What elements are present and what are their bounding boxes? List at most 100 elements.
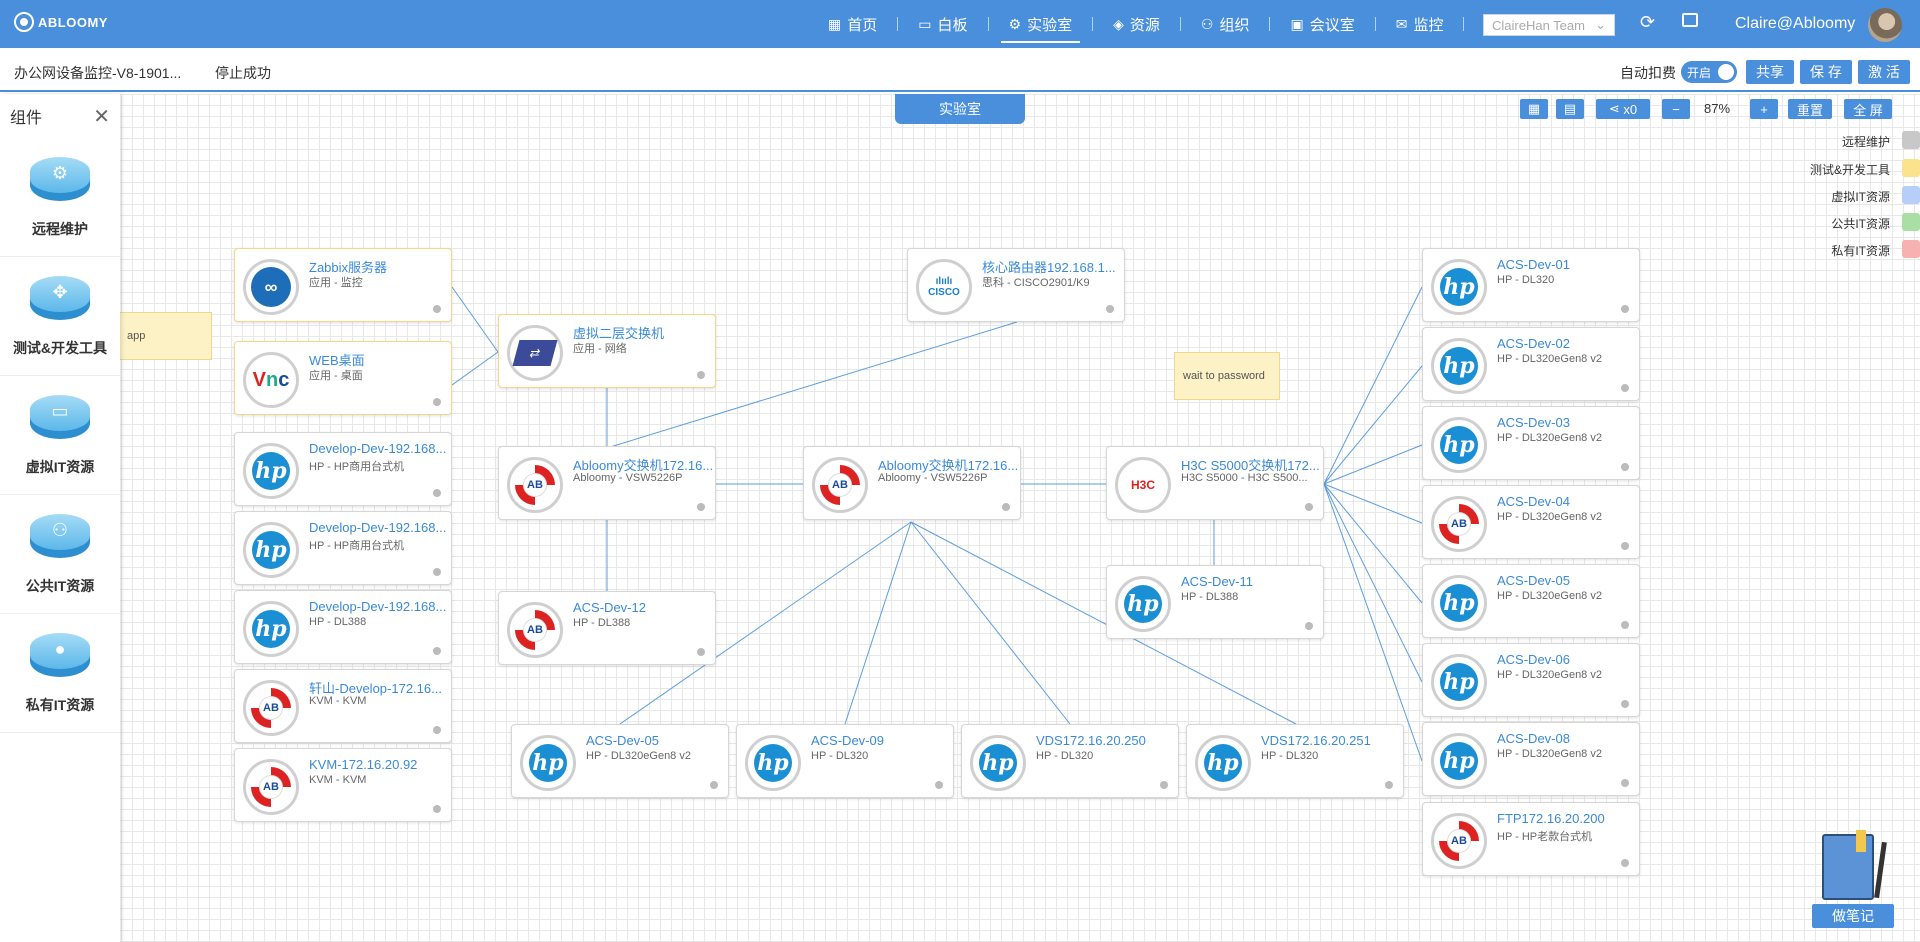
status-text: 停止成功: [215, 65, 271, 81]
node-avatar: AB: [243, 680, 299, 736]
abloomy-logo-icon: AB: [251, 767, 291, 807]
node-card[interactable]: hp ACS-Dev-02 HP - DL320eGen8 v2: [1422, 327, 1640, 401]
nav-whiteboard[interactable]: ▭ 白板: [898, 0, 987, 48]
node-avatar: hp: [1431, 733, 1487, 789]
node-card[interactable]: Vnc WEB桌面 应用 - 桌面: [234, 341, 452, 415]
hp-logo-icon: hp: [1124, 585, 1162, 623]
node-subtitle: HP - DL388: [573, 617, 631, 629]
node-card[interactable]: AB ACS-Dev-12 HP - DL388: [498, 591, 716, 665]
node-card[interactable]: ⇄ 虚拟二层交换机 应用 - 网络: [498, 314, 716, 388]
node-card[interactable]: hp VDS172.16.20.250 HP - DL320: [961, 724, 1179, 798]
node-card[interactable]: hp ACS-Dev-05 HP - DL320eGen8 v2: [1422, 564, 1640, 638]
mail-icon: ✉: [1395, 15, 1408, 32]
save-button[interactable]: 保 存: [1800, 60, 1852, 84]
sticky-note[interactable]: app: [118, 312, 212, 360]
component-remote-maintenance[interactable]: ⚙ 远程维护: [0, 138, 120, 257]
sticky-note[interactable]: wait to password: [1174, 352, 1280, 400]
node-card[interactable]: AB ACS-Dev-04 HP - DL320eGen8 v2: [1422, 485, 1640, 559]
node-card[interactable]: hp ACS-Dev-08 HP - DL320eGen8 v2: [1422, 722, 1640, 796]
nav-resources[interactable]: ◈ 资源: [1093, 0, 1180, 48]
component-public-it[interactable]: ⚇ 公共IT资源: [0, 495, 120, 614]
node-subtitle: 思科 - CISCO2901/K9: [982, 277, 1090, 289]
node-card[interactable]: hp Develop-Dev-192.168... HP - HP商用台式机: [234, 432, 452, 506]
node-avatar: hp: [243, 522, 299, 578]
share-button[interactable]: 共享: [1746, 60, 1794, 84]
nav-organization[interactable]: ⚇ 组织: [1181, 0, 1270, 48]
minus-icon: −: [1672, 101, 1680, 117]
node-subtitle: HP - DL320: [811, 750, 869, 762]
share-count-button[interactable]: ⋖ x0: [1596, 99, 1650, 119]
nav-monitor[interactable]: ✉ 监控: [1376, 0, 1464, 48]
auto-billing-toggle[interactable]: 开启: [1681, 61, 1737, 83]
user-name[interactable]: Claire@Abloomy: [1735, 15, 1855, 33]
team-select[interactable]: ClaireHan Team ⌄: [1483, 14, 1615, 36]
node-subtitle: KVM - KVM: [309, 774, 367, 786]
node-card[interactable]: H3C H3C S5000交换机172.... H3C S5000 - H3C S5…: [1106, 446, 1324, 520]
component-test-dev-tools[interactable]: ✥ 测试&开发工具: [0, 257, 120, 376]
status-dot: [433, 647, 441, 655]
node-card[interactable]: hp ACS-Dev-11 HP - DL388: [1106, 565, 1324, 639]
share-icon: ⋖: [1608, 101, 1624, 116]
nav-meeting-room[interactable]: ▣ 会议室: [1270, 0, 1374, 48]
legend-label: 虚拟IT资源: [1831, 190, 1890, 204]
status-dot: [1621, 384, 1629, 392]
node-card[interactable]: hp Develop-Dev-192.168... HP - DL388: [234, 590, 452, 664]
node-subtitle: 应用 - 监控: [309, 277, 363, 289]
component-virtual-it[interactable]: ▭ 虚拟IT资源: [0, 376, 120, 495]
activate-button[interactable]: 激 活: [1858, 60, 1910, 84]
node-card[interactable]: hp ACS-Dev-05 HP - DL320eGen8 v2: [511, 724, 729, 798]
hp-logo-icon: hp: [1440, 742, 1478, 780]
status-dot: [1305, 503, 1313, 511]
zoom-in-button[interactable]: +: [1750, 99, 1778, 119]
screen-icon[interactable]: [1682, 13, 1698, 27]
zabbix-icon: ∞: [251, 267, 291, 307]
node-title: ACS-Dev-11: [1181, 574, 1254, 589]
component-label: 虚拟IT资源: [25, 459, 95, 475]
fullscreen-button[interactable]: 全 屏: [1844, 99, 1892, 119]
take-note-button[interactable]: 做笔记: [1812, 904, 1894, 928]
node-card[interactable]: ∞ Zabbix服务器 应用 - 监控: [234, 248, 452, 322]
node-title: ACS-Dev-06: [1497, 652, 1570, 667]
node-card[interactable]: AB Abloomy交换机172.16... Abloomy - VSW5226P: [803, 446, 1021, 520]
node-title: VDS172.16.20.250: [1036, 733, 1146, 748]
node-card[interactable]: AB FTP172.16.20.200 HP - HP老款台式机: [1422, 802, 1640, 876]
nav-home[interactable]: ▦ 首页: [808, 0, 897, 48]
grid-view-button[interactable]: ▦: [1520, 99, 1548, 119]
abloomy-logo[interactable]: ABLOOMY: [14, 12, 108, 32]
node-card[interactable]: hp ACS-Dev-09 HP - DL320: [736, 724, 954, 798]
node-avatar: hp: [745, 735, 801, 791]
node-card[interactable]: hp Develop-Dev-192.168... HP - HP商用台式机: [234, 511, 452, 585]
virtual-it-icon: ▭: [27, 393, 93, 449]
zoom-out-button[interactable]: −: [1662, 99, 1690, 119]
component-private-it[interactable]: ● 私有IT资源: [0, 614, 120, 733]
lab-tab[interactable]: 实验室: [895, 94, 1025, 124]
node-avatar: H3C: [1115, 457, 1171, 513]
close-icon[interactable]: ✕: [93, 104, 110, 129]
node-subtitle: HP - DL320eGen8 v2: [586, 750, 691, 762]
refresh-icon[interactable]: ⟳: [1640, 12, 1655, 33]
node-card[interactable]: ılıılı CISCO 核心路由器192.168.1... 思科 - CISCO29…: [907, 248, 1125, 322]
node-card[interactable]: hp ACS-Dev-06 HP - DL320eGen8 v2: [1422, 643, 1640, 717]
plus-icon: +: [1760, 101, 1768, 117]
node-card[interactable]: AB KVM-172.16.20.92 KVM - KVM: [234, 748, 452, 822]
hp-logo-icon: hp: [1440, 347, 1478, 385]
status-dot: [1160, 781, 1168, 789]
node-card[interactable]: AB 轩山-Develop-172.16... KVM - KVM: [234, 669, 452, 743]
list-view-button[interactable]: ▤: [1556, 99, 1584, 119]
node-avatar: hp: [520, 735, 576, 791]
status-dot: [1106, 305, 1114, 313]
chevron-down-icon: ⌄: [1595, 17, 1606, 32]
node-subtitle: HP - DL320: [1261, 750, 1319, 762]
avatar[interactable]: [1868, 8, 1902, 42]
nav-label: 组织: [1219, 16, 1250, 34]
nav-lab[interactable]: ⚙ 实验室: [989, 0, 1093, 48]
node-avatar: AB: [1431, 496, 1487, 552]
node-subtitle: 应用 - 网络: [573, 343, 627, 355]
node-card[interactable]: AB Abloomy交换机172.16... Abloomy - VSW5226P: [498, 446, 716, 520]
reset-button[interactable]: 重置: [1788, 99, 1832, 119]
node-title: ACS-Dev-04: [1497, 494, 1570, 509]
node-title: ACS-Dev-01: [1497, 257, 1570, 272]
node-card[interactable]: hp VDS172.16.20.251 HP - DL320: [1186, 724, 1404, 798]
node-card[interactable]: hp ACS-Dev-03 HP - DL320eGen8 v2: [1422, 406, 1640, 480]
node-card[interactable]: hp ACS-Dev-01 HP - DL320: [1422, 248, 1640, 322]
